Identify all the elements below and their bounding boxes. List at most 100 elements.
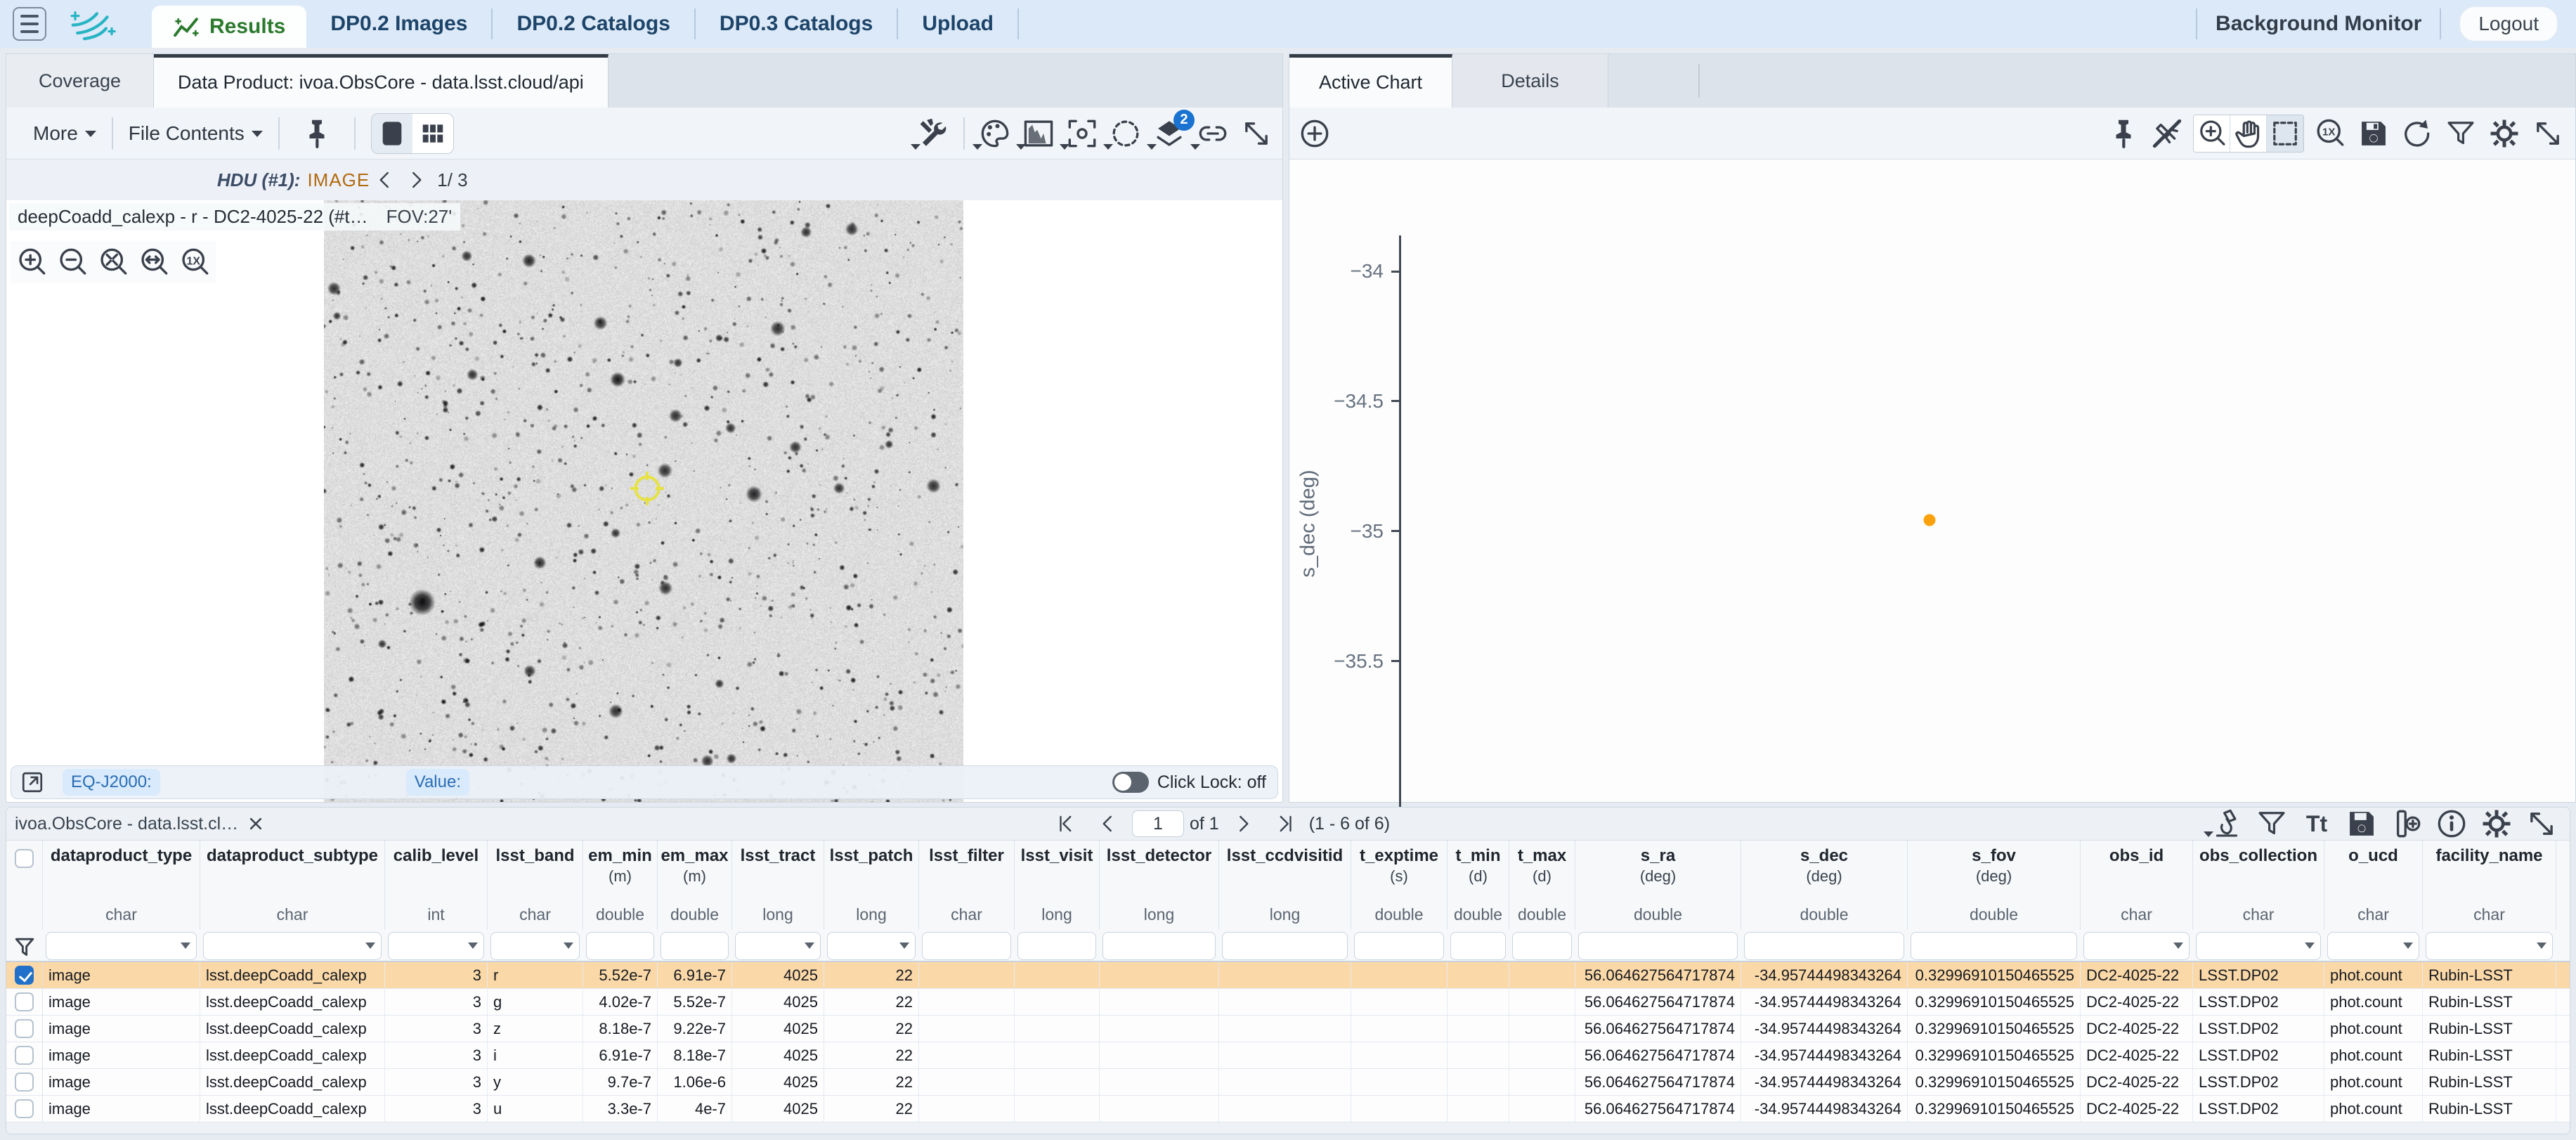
- tab-coverage[interactable]: Coverage: [6, 54, 154, 108]
- next-page-button[interactable]: [1228, 808, 1258, 842]
- hdu-next-button[interactable]: [401, 164, 431, 195]
- row-checkbox[interactable]: [15, 966, 34, 985]
- column-header-o_ucd[interactable]: o_ucd char: [2324, 841, 2423, 930]
- filter-input-lsst_filter[interactable]: [922, 932, 1011, 960]
- chart-settings-button[interactable]: [2486, 115, 2523, 152]
- filter-input-calib_level[interactable]: [388, 932, 484, 960]
- hamburger-menu-icon[interactable]: [13, 7, 46, 41]
- column-header-s_dec[interactable]: s_dec (deg) double: [1741, 841, 1908, 930]
- logout-button[interactable]: Logout: [2459, 6, 2558, 41]
- first-page-button[interactable]: [1051, 808, 1081, 842]
- zoom-out-button[interactable]: [54, 244, 91, 280]
- expand-chart-button[interactable]: [2530, 115, 2566, 152]
- column-header-t_exptime[interactable]: t_exptime (s) double: [1351, 841, 1448, 930]
- row-checkbox[interactable]: [15, 992, 34, 1011]
- filter-input-em_min[interactable]: [586, 932, 654, 960]
- tab-results[interactable]: Results: [152, 6, 307, 48]
- column-header-s_ra[interactable]: s_ra (deg) double: [1575, 841, 1741, 930]
- column-header-lsst_ccdvisitid[interactable]: lsst_ccdvisitid long: [1219, 841, 1351, 930]
- column-header-lsst_band[interactable]: lsst_band char: [488, 841, 583, 930]
- zoom-fit-button[interactable]: [95, 244, 131, 280]
- column-header-dataproduct_subtype[interactable]: dataproduct_subtype char: [200, 841, 385, 930]
- filter-input-t_min[interactable]: [1450, 932, 1506, 960]
- select-region-button[interactable]: [1103, 115, 1144, 152]
- column-header-calib_level[interactable]: calib_level int: [385, 841, 488, 930]
- filter-input-lsst_ccdvisitid[interactable]: [1222, 932, 1348, 960]
- column-header-em_min[interactable]: em_min (m) double: [583, 841, 658, 930]
- trace-highlight-off-button[interactable]: [2149, 115, 2185, 152]
- more-dropdown[interactable]: More: [33, 122, 96, 145]
- column-header-lsst_patch[interactable]: lsst_patch long: [824, 841, 919, 930]
- filter-input-lsst_detector[interactable]: [1102, 932, 1216, 960]
- inspect-button[interactable]: [2204, 808, 2246, 839]
- column-header-lsst_tract[interactable]: lsst_tract long: [732, 841, 824, 930]
- filter-input-s_dec[interactable]: [1744, 932, 1904, 960]
- filter-input-o_ucd[interactable]: [2327, 932, 2419, 960]
- row-checkbox[interactable]: [15, 1019, 34, 1038]
- column-header-lsst_visit[interactable]: lsst_visit long: [1015, 841, 1100, 930]
- filter-table-button[interactable]: [2253, 808, 2291, 839]
- tab-data-product[interactable]: Data Product: ivoa.ObsCore - data.lsst.c…: [154, 54, 609, 108]
- table-row[interactable]: image lsst.deepCoadd_calexp 3 g 4.02e-7 5.52e…: [6, 989, 2570, 1016]
- select-all-checkbox[interactable]: [15, 849, 34, 868]
- text-view-button[interactable]: Tt: [2298, 808, 2336, 839]
- zoom-1x-button[interactable]: 1X: [176, 244, 213, 280]
- chart-select-button[interactable]: [2267, 115, 2303, 152]
- tab-dp03-catalogs[interactable]: DP0.3 Catalogs: [696, 0, 897, 48]
- column-header-em_max[interactable]: em_max (m) double: [658, 841, 732, 930]
- column-header-dataproduct_type[interactable]: dataproduct_type char: [43, 841, 200, 930]
- filter-input-t_max[interactable]: [1512, 932, 1572, 960]
- add-chart-button[interactable]: [1296, 115, 1333, 152]
- filter-input-lsst_band[interactable]: [490, 932, 580, 960]
- tab-details[interactable]: Details: [1452, 54, 1608, 108]
- file-contents-dropdown[interactable]: File Contents: [129, 122, 263, 145]
- column-header-facility_name[interactable]: facility_name char: [2423, 841, 2556, 930]
- table-info-button[interactable]: [2433, 808, 2471, 839]
- column-header-obs_id[interactable]: obs_id char: [2081, 841, 2193, 930]
- filter-input-s_fov[interactable]: [1911, 932, 2077, 960]
- color-palette-button[interactable]: [972, 115, 1013, 152]
- link-search-button[interactable]: [1190, 115, 1231, 152]
- chart-pan-button[interactable]: [2230, 115, 2267, 152]
- table-row[interactable]: image lsst.deepCoadd_calexp 3 z 8.18e-7 9.22e…: [6, 1016, 2570, 1042]
- row-checkbox[interactable]: [15, 1099, 34, 1118]
- grid-view-button[interactable]: [412, 113, 453, 153]
- column-header-t_max[interactable]: t_max (d) double: [1509, 841, 1575, 930]
- filter-input-dataproduct_type[interactable]: [46, 932, 197, 960]
- last-page-button[interactable]: [1270, 808, 1300, 842]
- table-row[interactable]: image lsst.deepCoadd_calexp 3 y 9.7e-7 1.06e-…: [6, 1069, 2570, 1096]
- row-checkbox[interactable]: [15, 1046, 34, 1065]
- filter-input-lsst_patch[interactable]: [827, 932, 916, 960]
- prev-page-button[interactable]: [1093, 808, 1123, 842]
- filter-chart-button[interactable]: [2442, 115, 2479, 152]
- zoom-in-button[interactable]: [13, 244, 50, 280]
- tab-upload[interactable]: Upload: [898, 0, 1017, 48]
- page-input[interactable]: 1: [1132, 810, 1184, 837]
- filter-input-obs_id[interactable]: [2083, 932, 2190, 960]
- background-monitor-button[interactable]: Background Monitor: [2216, 12, 2421, 36]
- filter-input-facility_name[interactable]: [2426, 932, 2553, 960]
- chart-zoom-original-button[interactable]: 1X: [2312, 115, 2348, 152]
- filter-input-s_ra[interactable]: [1578, 932, 1738, 960]
- column-header-obs_collection[interactable]: obs_collection char: [2193, 841, 2324, 930]
- column-header-t_min[interactable]: t_min (d) double: [1448, 841, 1509, 930]
- table-tab[interactable]: ivoa.ObsCore - data.lsst.cl…: [15, 814, 264, 834]
- hdu-prev-button[interactable]: [370, 164, 401, 195]
- row-checkbox[interactable]: [15, 1073, 34, 1092]
- tools-button[interactable]: [911, 115, 951, 152]
- column-header-lsst_detector[interactable]: lsst_detector long: [1100, 841, 1219, 930]
- layers-button[interactable]: 2: [1147, 109, 1195, 152]
- popout-button[interactable]: [17, 768, 48, 796]
- stretch-histogram-button[interactable]: [1016, 115, 1057, 152]
- click-lock-toggle[interactable]: [1112, 772, 1149, 793]
- filter-input-em_max[interactable]: [661, 932, 729, 960]
- add-column-button[interactable]: [2388, 808, 2426, 839]
- fits-image[interactable]: [324, 200, 963, 802]
- column-header-lsst_filter[interactable]: lsst_filter char: [919, 841, 1015, 930]
- single-view-button[interactable]: [371, 113, 412, 153]
- tab-active-chart[interactable]: Active Chart: [1289, 54, 1452, 108]
- restore-chart-button[interactable]: [2399, 115, 2435, 152]
- recenter-button[interactable]: [1060, 115, 1100, 152]
- pin-chart-button[interactable]: [2105, 115, 2142, 152]
- expand-table-button[interactable]: [2523, 808, 2561, 839]
